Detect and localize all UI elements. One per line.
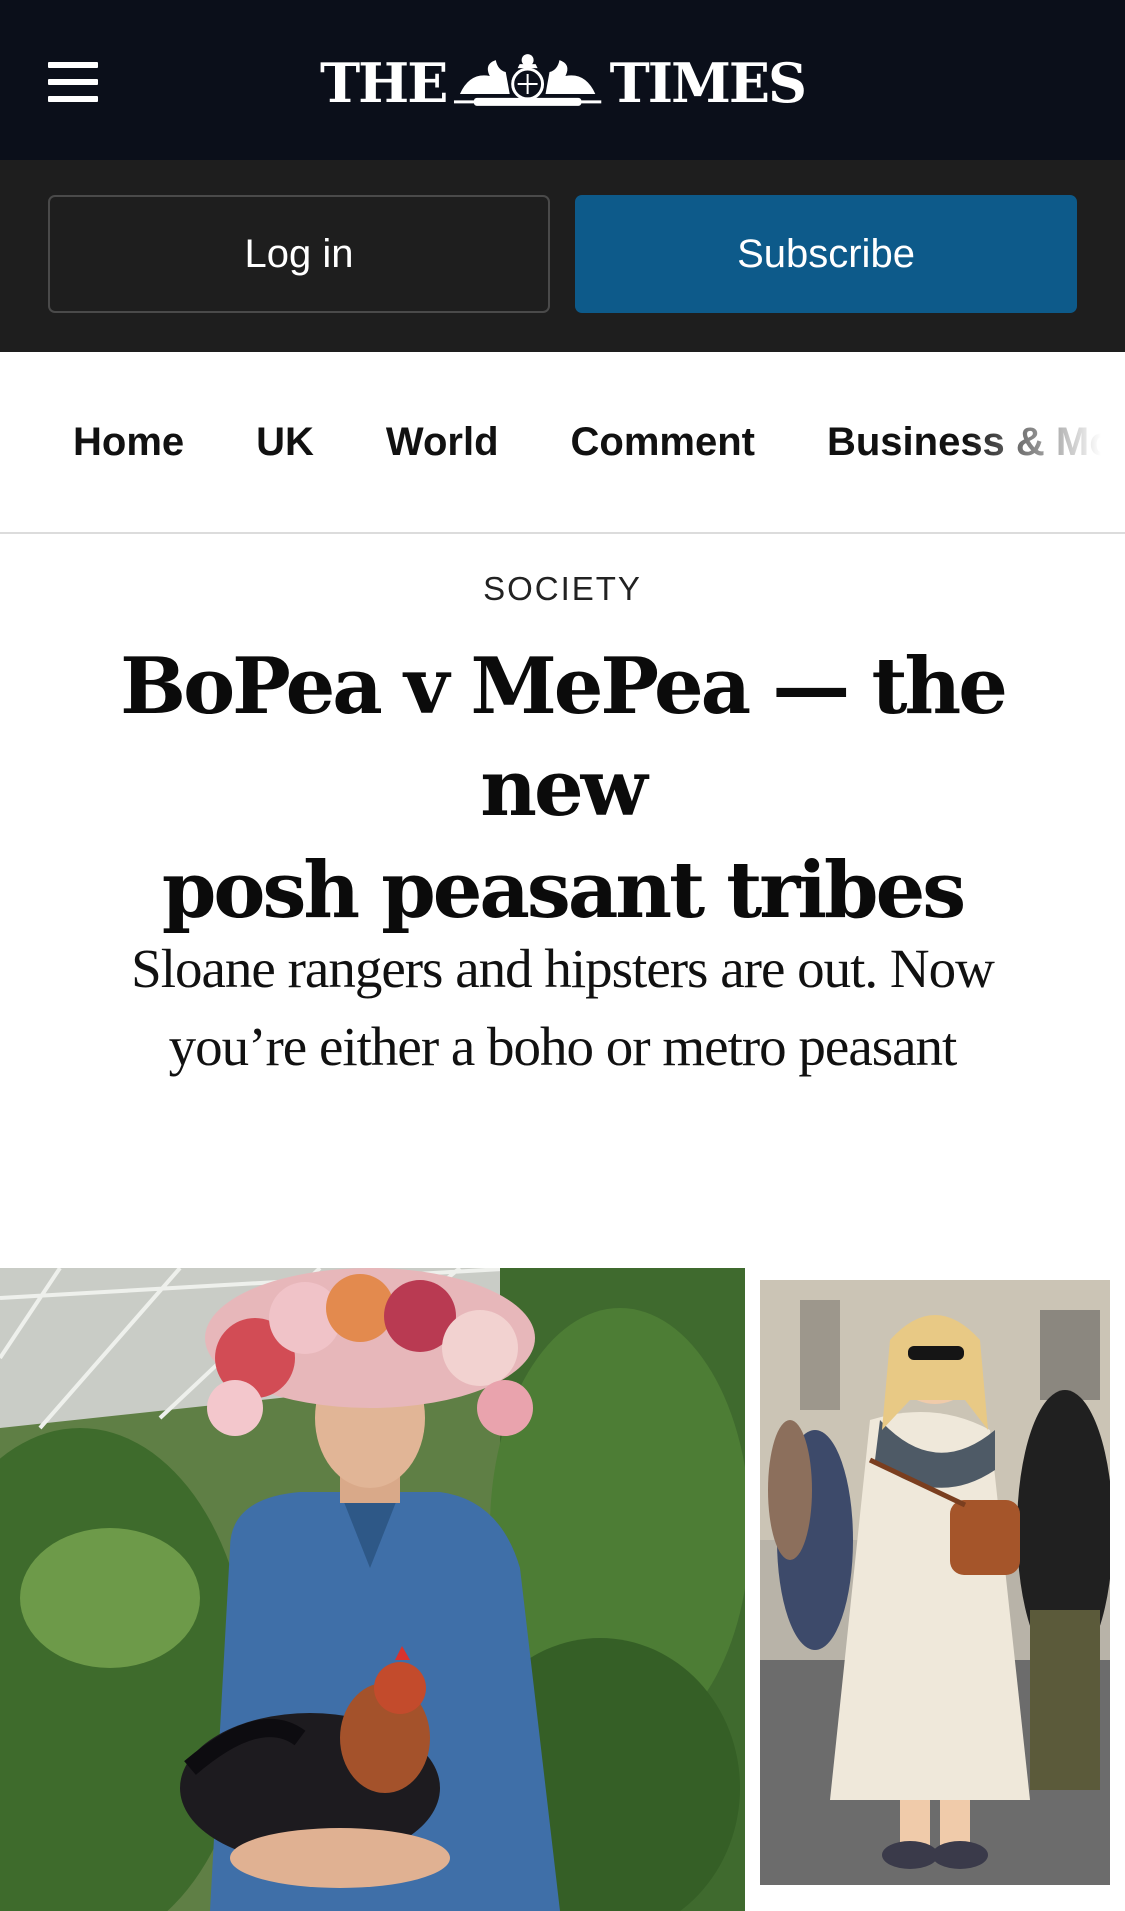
section-label[interactable]: SOCIETY	[0, 570, 1125, 608]
article-headline: BoPea v MePea — the new posh peasant tri…	[40, 636, 1085, 942]
headline-line-1: BoPea v MePea — the new	[120, 641, 1008, 834]
nav-item-comment[interactable]: Comment	[571, 420, 755, 465]
standfirst-line-1: Sloane rangers and hipsters are out. Now	[131, 938, 995, 999]
nav-item-business-money[interactable]: Business & Money	[827, 420, 1125, 465]
woman-in-white-dress-street-style-photo	[760, 1280, 1110, 1885]
main-photo[interactable]	[0, 1268, 745, 1911]
masthead-word-the: THE	[320, 51, 448, 115]
masthead-word-times: TIMES	[609, 51, 807, 115]
top-header: THE TIMES	[0, 0, 1125, 160]
article-standfirst: Sloane rangers and hipsters are out. Now…	[60, 930, 1065, 1086]
nav-item-world[interactable]: World	[386, 420, 499, 465]
headline-line-2: posh peasant tribes	[161, 845, 966, 936]
nav-item-uk[interactable]: UK	[256, 420, 314, 465]
nav-item-home[interactable]: Home	[73, 420, 184, 465]
royal-crest-icon	[454, 54, 602, 109]
section-nav: Home UK World Comment Business & Money	[0, 352, 1125, 534]
man-with-flower-crown-holding-chicken-photo	[0, 1268, 745, 1911]
auth-bar: Log in Subscribe	[0, 160, 1125, 352]
hamburger-menu-icon[interactable]	[48, 62, 100, 102]
subscribe-button[interactable]: Subscribe	[575, 195, 1077, 313]
masthead-logo[interactable]: THE TIMES	[320, 48, 807, 118]
standfirst-line-2: you’re either a boho or metro peasant	[168, 1016, 958, 1077]
side-photo[interactable]	[760, 1280, 1110, 1885]
login-button[interactable]: Log in	[48, 195, 550, 313]
section-nav-list: Home UK World Comment Business & Money	[73, 352, 1125, 532]
